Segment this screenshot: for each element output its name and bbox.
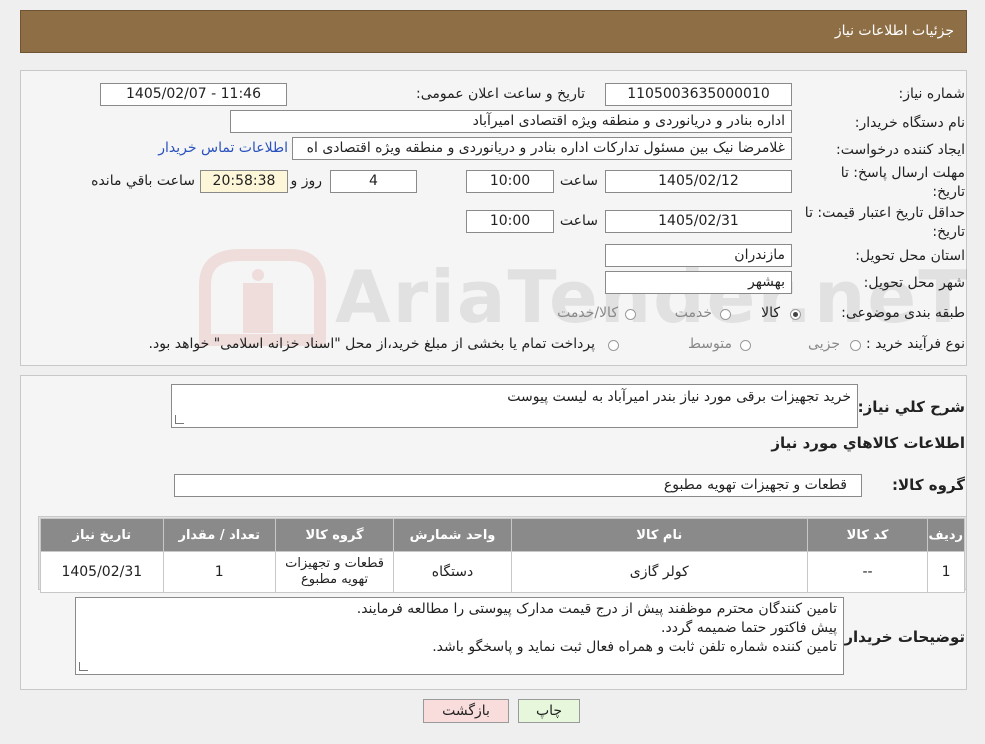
goods-table-wrap: رديف کد کالا نام کالا واحد شمارش گروه کا… — [38, 516, 967, 593]
buyer-notes-line-1: تامین کنندگان محترم موظفند پیش از درج قی… — [356, 601, 837, 617]
table-header-row: رديف کد کالا نام کالا واحد شمارش گروه کا… — [40, 518, 965, 552]
buyer-notes-line-2: پیش فاکتور حتما ضمیمه گردد. — [661, 620, 837, 636]
province-label: استان محل تحویل: — [855, 248, 965, 264]
need-number-field: 1105003635000010 — [605, 83, 792, 106]
purchase-type-option-medium: متوسط — [688, 336, 732, 352]
cell-quantity: 1 — [162, 551, 276, 593]
purchase-type-note: پرداخت تمام یا بخشی از مبلغ خرید،از محل … — [148, 336, 595, 352]
table-row: 1 -- کولر گازی دستگاه قطعات و تجهیزات ته… — [40, 551, 965, 593]
price-validity-label-2: تاریخ: — [932, 224, 965, 240]
buyer-notes-textarea[interactable]: تامین کنندگان محترم موظفند پیش از درج قی… — [75, 597, 844, 675]
remaining-days-field: 4 — [330, 170, 417, 193]
price-validity-date: 1405/02/31 — [605, 210, 792, 233]
category-option-goods: کالا — [761, 305, 780, 321]
purchase-type-radio-medium[interactable] — [740, 340, 751, 351]
category-option-service: خدمت — [674, 305, 712, 321]
summary-textarea[interactable]: خرید تجهیزات برقی مورد نیاز بندر امیرآبا… — [171, 384, 858, 428]
purchase-type-label: نوع فرآیند خرید : — [866, 336, 965, 352]
cell-need-date: 1405/02/31 — [40, 551, 164, 593]
city-label: شهر محل تحویل: — [863, 275, 965, 291]
col-header-unit: واحد شمارش — [393, 518, 512, 552]
requester-label: ایجاد کننده درخواست: — [836, 142, 965, 158]
print-button[interactable]: چاپ — [518, 699, 580, 723]
buyer-notes-line-3: تامین کننده شماره تلفن ثابت و همراه فعال… — [432, 639, 837, 655]
response-deadline-label: مهلت ارسال پاسخ: تا — [840, 165, 965, 181]
page-title: جزئیات اطلاعات نیاز — [834, 23, 954, 39]
remaining-days-label: روز و — [290, 173, 323, 189]
back-button[interactable]: بازگشت — [423, 699, 509, 723]
need-number-label: شماره نیاز: — [898, 86, 966, 102]
price-validity-time-label: ساعت — [559, 213, 598, 229]
buyer-contact-link[interactable]: اطلاعات تماس خریدار — [158, 140, 288, 156]
goods-table: رديف کد کالا نام کالا واحد شمارش گروه کا… — [40, 518, 965, 593]
col-header-group: گروه کالا — [274, 518, 395, 552]
col-header-row-number: رديف — [927, 518, 965, 552]
goods-group-field: قطعات و تجهیزات تهویه مطبوع — [174, 474, 862, 497]
goods-info-title: اطلاعات کالاهاي مورد نياز — [771, 434, 965, 452]
cell-code: -- — [806, 551, 929, 593]
announce-datetime-label: تاریخ و ساعت اعلان عمومی: — [416, 86, 585, 102]
remaining-time-field: 20:58:38 — [200, 170, 288, 193]
city-field: بهشهر — [605, 271, 792, 294]
summary-text: خرید تجهیزات برقی مورد نیاز بندر امیرآبا… — [507, 389, 851, 405]
cell-unit: دستگاه — [393, 551, 512, 593]
page-header: جزئیات اطلاعات نیاز — [20, 10, 967, 53]
cell-name: کولر گازی — [510, 551, 808, 593]
category-radio-service[interactable] — [720, 309, 731, 320]
cell-row-number: 1 — [927, 551, 965, 593]
purchase-type-option-minor: جزیی — [808, 336, 840, 352]
col-header-quantity: تعداد / مقدار — [162, 518, 276, 552]
category-radio-goods[interactable] — [790, 309, 801, 320]
goods-group-label: گروه کالا: — [892, 476, 965, 494]
remaining-time-label: ساعت باقي مانده — [91, 173, 195, 189]
col-header-name: نام کالا — [510, 518, 808, 552]
resize-handle-icon[interactable] — [175, 415, 184, 424]
category-option-goods-service: کالا/خدمت — [557, 305, 618, 321]
response-deadline-time-label: ساعت — [559, 173, 598, 189]
resize-handle-icon[interactable] — [79, 662, 88, 671]
buyer-org-label: نام دستگاه خریدار: — [854, 115, 965, 131]
summary-label: شرح کلي نياز: — [857, 398, 965, 416]
buyer-org-field: اداره بنادر و دریانوردی و منطقه ویژه اقت… — [230, 110, 792, 133]
col-header-need-date: تاریخ نیاز — [40, 518, 164, 552]
response-deadline-date: 1405/02/12 — [605, 170, 792, 193]
price-validity-time: 10:00 — [466, 210, 554, 233]
category-radio-goods-service[interactable] — [625, 309, 636, 320]
purchase-type-radio-minor[interactable] — [850, 340, 861, 351]
cell-group: قطعات و تجهیزات تهویه مطبوع — [274, 551, 395, 593]
price-validity-label: حداقل تاریخ اعتبار قیمت: تا — [804, 205, 965, 221]
buyer-notes-label: توضیحات خریدار: — [838, 628, 965, 646]
col-header-code: کد کالا — [806, 518, 929, 552]
response-deadline-time: 10:00 — [466, 170, 554, 193]
requester-field: غلامرضا نیک بین مسئول تدارکات اداره بناد… — [292, 137, 792, 160]
response-deadline-label-2: تاریخ: — [932, 184, 965, 200]
announce-datetime-field: 1405/02/07 - 11:46 — [100, 83, 287, 106]
province-field: مازندران — [605, 244, 792, 267]
category-label: طبقه بندی موضوعی: — [841, 305, 965, 321]
purchase-type-radio-treasury[interactable] — [608, 340, 619, 351]
